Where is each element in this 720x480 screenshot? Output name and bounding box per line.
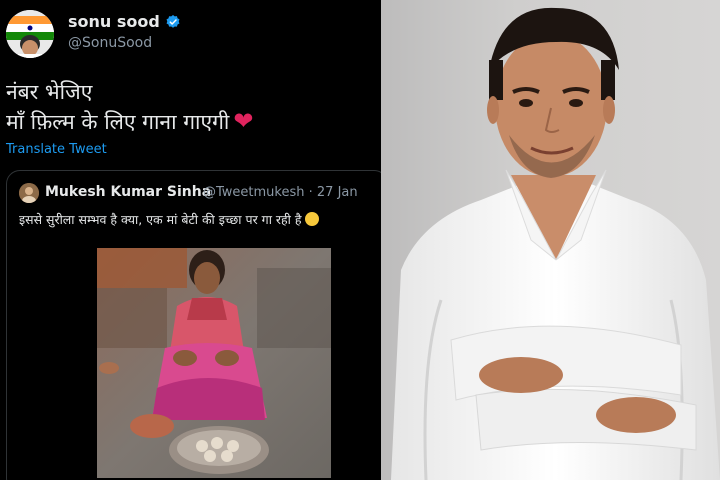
tweet-text-line-2-text: माँ फ़िल्म के लिए गाना गाएगी <box>6 110 230 134</box>
author-name-row[interactable]: sonu sood <box>68 12 181 31</box>
tweet-panel: sonu sood @SonuSood नंबर भेजिए माँ फ़िल्… <box>0 0 381 480</box>
tweet-text-line-1: नंबर भेजिए <box>6 80 93 104</box>
quoted-tweet[interactable]: Mukesh Kumar Sinha @Tweetmukesh · 27 Jan… <box>6 170 381 480</box>
quoted-tweet-text-row: इससे सुरीला सम्भव है क्या, एक मां बेटी क… <box>19 211 319 228</box>
author-handle[interactable]: @SonuSood <box>68 35 152 51</box>
portrait-photo <box>381 0 720 480</box>
quoted-author-name[interactable]: Mukesh Kumar Sinha <box>45 184 211 200</box>
man-in-white-shirt-image <box>391 7 720 480</box>
quoted-author-handle-date[interactable]: @Tweetmukesh · 27 Jan <box>203 185 358 200</box>
composite-image: sonu sood @SonuSood नंबर भेजिए माँ फ़िल्… <box>0 0 720 480</box>
author-name[interactable]: sonu sood <box>68 12 160 31</box>
heart-emoji-icon: ❤ <box>233 107 254 135</box>
smiling-face-emoji-icon <box>304 212 319 226</box>
tweet-text-line-2: माँ फ़िल्म के लिए गाना गाएगी ❤ <box>6 107 253 137</box>
video-frame-image <box>97 248 331 478</box>
translate-tweet-link[interactable]: Translate Tweet <box>6 142 107 157</box>
avatar-image <box>6 10 54 58</box>
quoted-video-thumbnail[interactable] <box>97 248 331 478</box>
quoted-author-avatar[interactable] <box>19 183 39 203</box>
verified-badge-icon <box>166 14 180 28</box>
quoted-tweet-text: इससे सुरीला सम्भव है क्या, एक मां बेटी क… <box>19 212 302 227</box>
quoted-avatar-image <box>19 183 39 203</box>
author-avatar[interactable] <box>6 10 54 58</box>
tweet-body: नंबर भेजिए माँ फ़िल्म के लिए गाना गाएगी ❤ <box>6 78 253 137</box>
